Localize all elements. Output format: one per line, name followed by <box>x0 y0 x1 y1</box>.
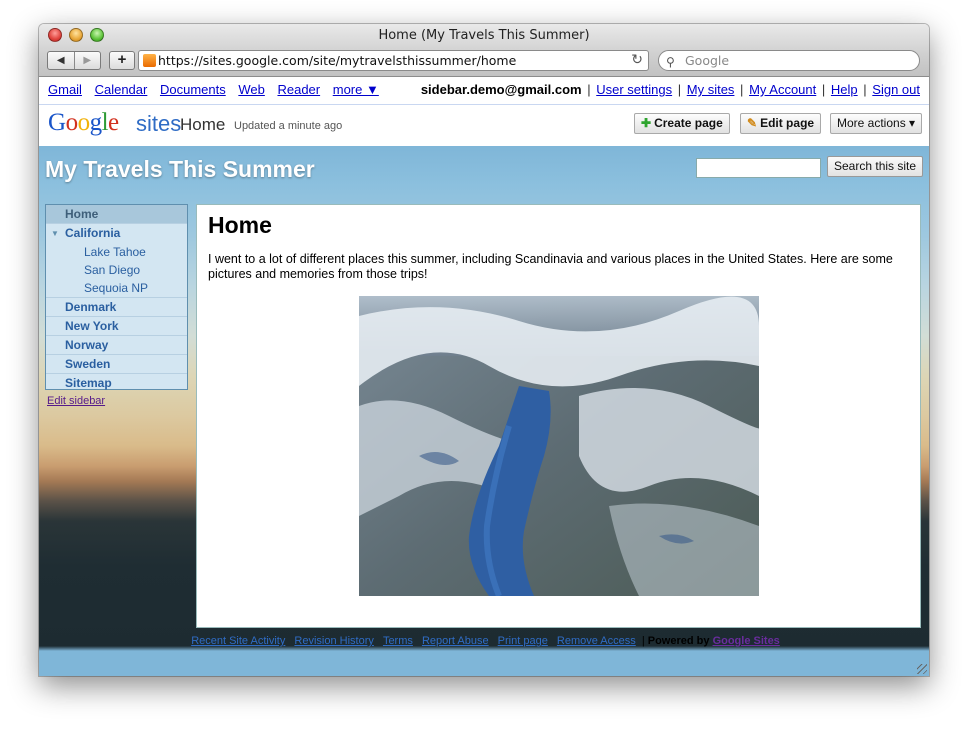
nav-buttons: ◀ ▶ <box>47 51 101 70</box>
user-settings-link[interactable]: User settings <box>596 82 672 97</box>
powered-by-label: Powered by <box>647 635 710 647</box>
google-sites-link[interactable]: Google Sites <box>713 635 780 647</box>
main-content: Home I went to a lot of different places… <box>196 204 921 628</box>
fjord-aerial-photo <box>359 296 759 596</box>
google-bar-links: Gmail Calendar Documents Web Reader more… <box>48 82 388 97</box>
reload-icon[interactable]: ↻ <box>631 51 643 70</box>
browser-chrome: Home (My Travels This Summer) ◀ ▶ + http… <box>39 24 929 77</box>
print-page-link[interactable]: Print page <box>498 635 548 647</box>
add-bookmark-button[interactable]: + <box>109 51 135 70</box>
sidebar-group-california: ▼ California <box>46 224 187 243</box>
pencil-icon: ✎ <box>747 116 758 130</box>
sidebar-item-norway[interactable]: Norway <box>46 336 187 355</box>
my-account-link[interactable]: My Account <box>749 82 816 97</box>
google-logo[interactable]: Google <box>48 109 119 137</box>
search-site-button[interactable]: Search this site <box>827 156 924 177</box>
forward-button[interactable]: ▶ <box>73 52 101 69</box>
search-icon: ⚲ <box>666 55 675 69</box>
sidebar-item-san-diego[interactable]: San Diego <box>46 261 187 279</box>
sidebar-item-sequoia-np[interactable]: Sequoia NP <box>46 279 187 298</box>
more-link[interactable]: more ▼ <box>333 82 379 97</box>
sidebar-item-lake-tahoe[interactable]: Lake Tahoe <box>46 243 187 261</box>
more-actions-button[interactable]: More actions ▾ <box>830 113 923 134</box>
account-email: sidebar.demo@gmail.com <box>420 82 582 97</box>
url-text: https://sites.google.com/site/mytravelst… <box>158 53 517 68</box>
window-title: Home (My Travels This Summer) <box>378 28 590 43</box>
edit-sidebar-link[interactable]: Edit sidebar <box>47 395 105 407</box>
sidebar-item-home[interactable]: Home <box>46 205 187 224</box>
my-sites-link[interactable]: My sites <box>687 82 735 97</box>
sites-logo-text: sites <box>136 111 182 136</box>
revision-history-link[interactable]: Revision History <box>294 635 373 647</box>
resize-grip-icon[interactable] <box>917 664 927 674</box>
expand-triangle-icon[interactable]: ▼ <box>51 229 59 238</box>
intro-paragraph: I went to a lot of different places this… <box>208 252 893 281</box>
site-body: My Travels This Summer Search this site … <box>39 146 929 676</box>
account-links: sidebar.demo@gmail.com | User settings |… <box>420 82 920 97</box>
sidebar-item-sitemap[interactable]: Sitemap <box>46 374 187 393</box>
web-page: Gmail Calendar Documents Web Reader more… <box>39 77 929 676</box>
updated-status: Updated a minute ago <box>234 120 343 132</box>
calendar-link[interactable]: Calendar <box>95 82 148 97</box>
sidebar-item-sweden[interactable]: Sweden <box>46 355 187 374</box>
browser-search-input[interactable]: ⚲ Google <box>658 50 920 71</box>
site-footer: Recent Site Activity Revision History Te… <box>191 635 780 647</box>
plus-icon: ✚ <box>641 116 652 130</box>
sidebar-item-california[interactable]: California <box>46 224 187 243</box>
reader-link[interactable]: Reader <box>277 82 320 97</box>
create-page-button[interactable]: ✚ Create page <box>634 113 730 134</box>
rss-icon <box>143 54 156 67</box>
address-bar[interactable]: https://sites.google.com/site/mytravelst… <box>138 50 649 71</box>
remove-access-link[interactable]: Remove Access <box>557 635 636 647</box>
content-heading: Home <box>208 212 272 238</box>
sidebar-item-new-york[interactable]: New York <box>46 317 187 336</box>
sidebar-item-denmark[interactable]: Denmark <box>46 298 187 317</box>
page-title: Home <box>180 115 226 134</box>
report-abuse-link[interactable]: Report Abuse <box>422 635 489 647</box>
gmail-link[interactable]: Gmail <box>48 82 82 97</box>
sidebar-nav: Home ▼ California Lake Tahoe San Diego S… <box>45 204 188 390</box>
site-search-input[interactable] <box>696 158 821 178</box>
back-button[interactable]: ◀ <box>48 52 74 69</box>
browser-window: Home (My Travels This Summer) ◀ ▶ + http… <box>39 24 929 676</box>
edit-page-button[interactable]: ✎ Edit page <box>740 113 822 134</box>
web-link[interactable]: Web <box>238 82 265 97</box>
help-link[interactable]: Help <box>831 82 858 97</box>
sites-header: Google sites Home Updated a minute ago ✚… <box>39 104 929 146</box>
documents-link[interactable]: Documents <box>160 82 226 97</box>
site-title[interactable]: My Travels This Summer <box>45 156 315 183</box>
recent-site-activity-link[interactable]: Recent Site Activity <box>191 635 285 647</box>
terms-link[interactable]: Terms <box>383 635 413 647</box>
search-placeholder: Google <box>685 53 730 68</box>
google-bar: Gmail Calendar Documents Web Reader more… <box>39 77 929 104</box>
sign-out-link[interactable]: Sign out <box>872 82 920 97</box>
